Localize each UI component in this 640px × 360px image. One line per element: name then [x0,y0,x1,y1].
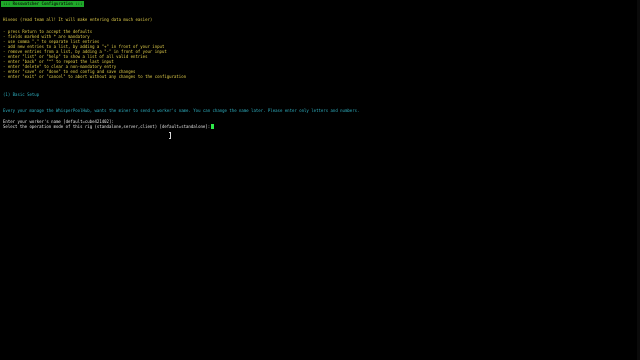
ibeam-cursor-icon [169,132,171,139]
mode-prompt: Select the operation mode of this rig (s… [3,124,211,129]
greeting-text: Hiveos (read team all! It will make ente… [3,17,153,22]
window-title: ::: Rosswatcher Configuration ::: [1,1,85,7]
mode-prompt-line[interactable]: Select the operation mode of this rig (s… [3,124,215,129]
section-heading: (1) Basic Setup [3,92,40,97]
help-line: - enter "exit" or "cancel" to abort with… [3,74,187,79]
text-cursor [211,124,215,129]
terminal-window[interactable]: ::: Rosswatcher Configuration ::: Hiveos… [0,0,640,360]
info-text: Every your manage the WhisperPoolHub, wa… [3,108,360,113]
